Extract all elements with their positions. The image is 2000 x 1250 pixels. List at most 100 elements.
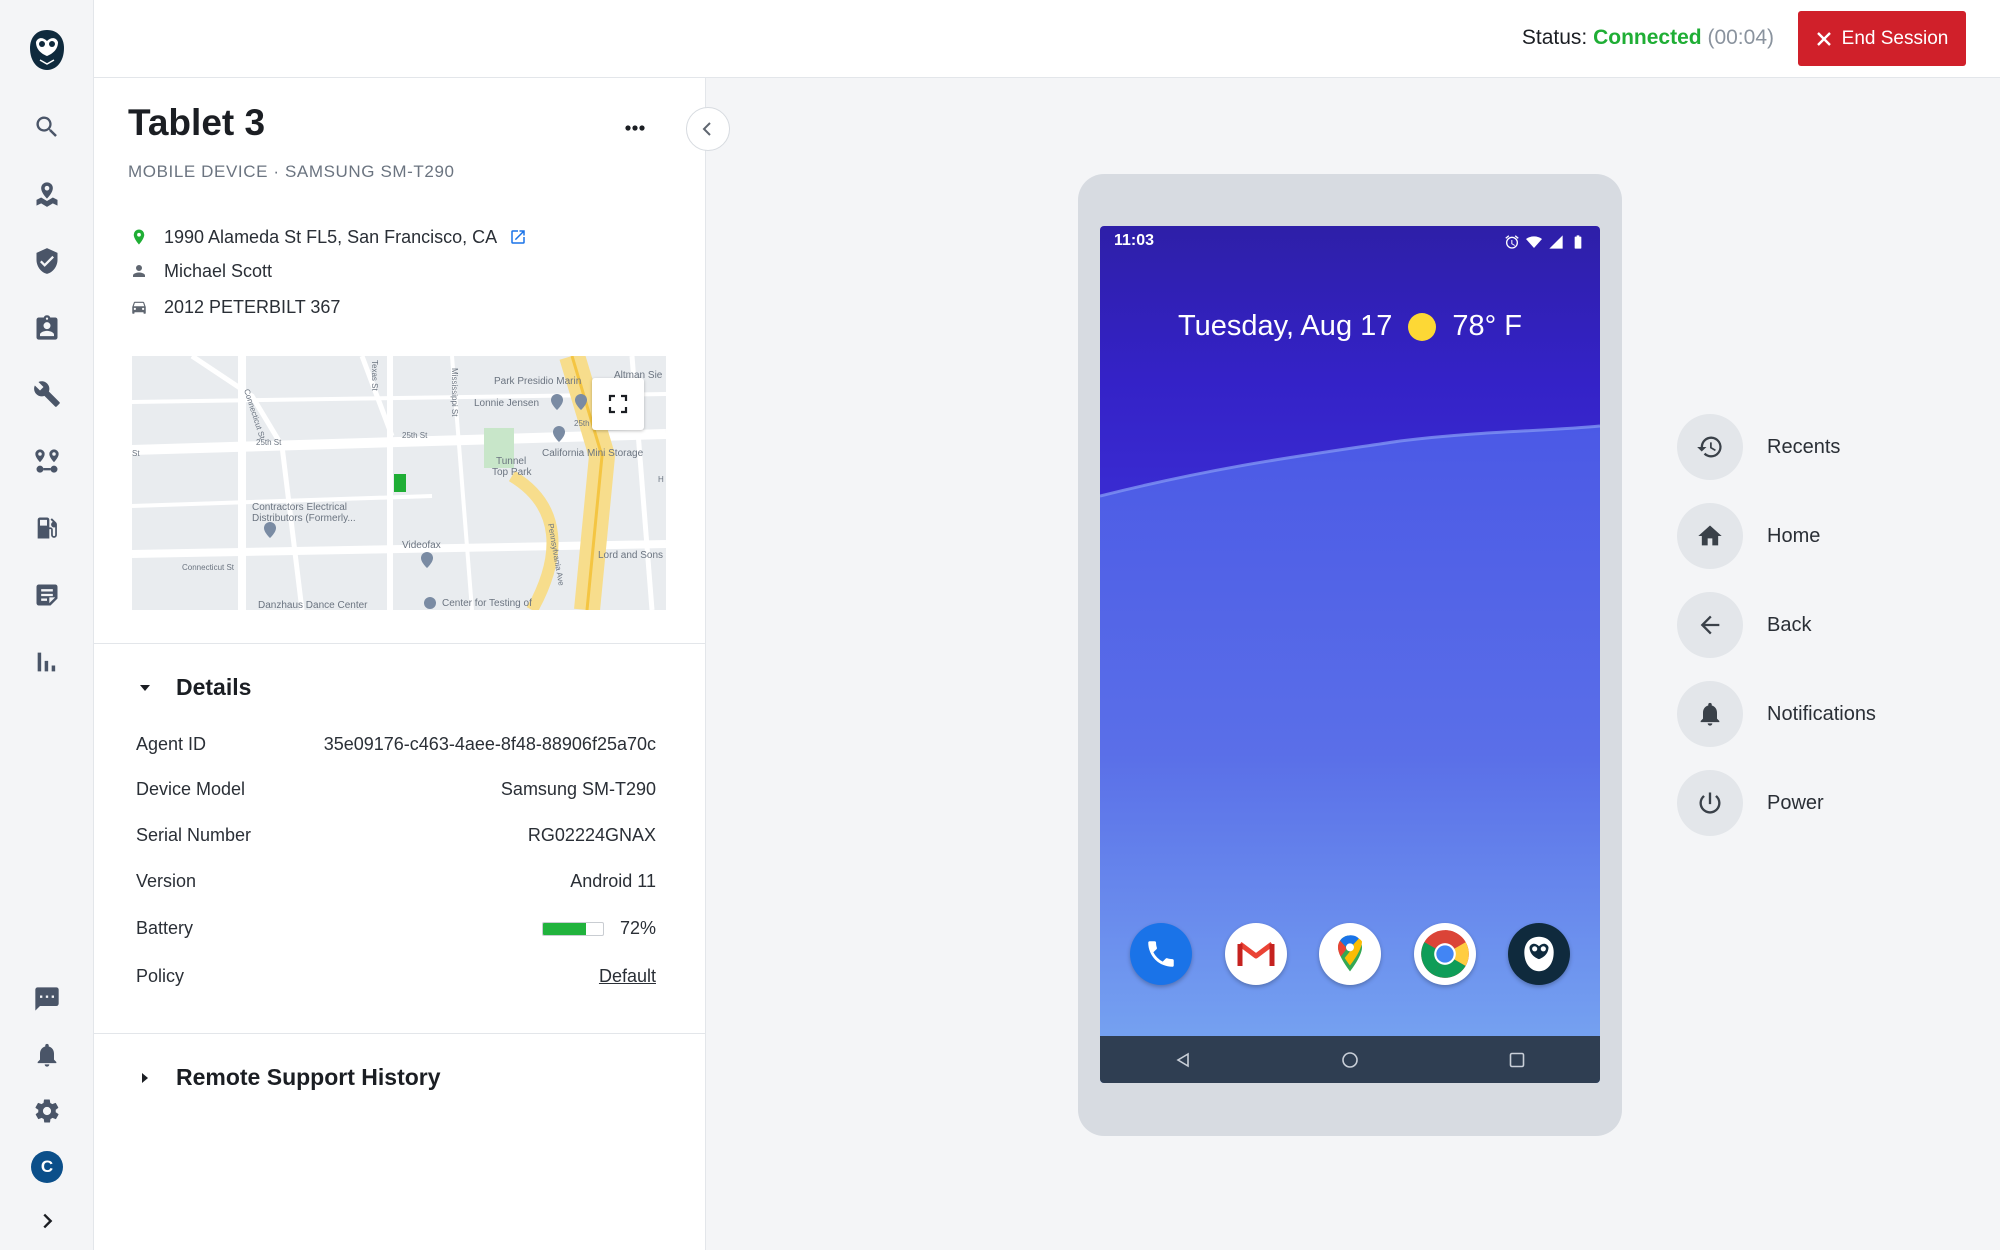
map-label: California Mini Storage (542, 448, 644, 459)
at-a-glance-widget[interactable]: Tuesday, Aug 17 78° F (1100, 310, 1600, 343)
phone-app-icon[interactable] (1130, 923, 1192, 985)
more-options-icon[interactable] (620, 118, 650, 138)
nav-compliance[interactable] (30, 311, 64, 345)
nav-fuel[interactable] (30, 511, 64, 545)
bell-icon (1700, 702, 1720, 726)
power-control[interactable]: Power (1677, 770, 1824, 836)
map-fullscreen-button[interactable] (592, 378, 644, 430)
location-map[interactable]: Park Presidio Marin Altman Sie Lonnie Je… (132, 356, 666, 610)
detail-value: Samsung SM-T290 (500, 779, 656, 799)
map-label: Lonnie Jensen (474, 398, 539, 409)
bar-chart-icon (37, 652, 56, 672)
fuel-icon (37, 517, 57, 539)
policy-label: Policy (136, 966, 185, 986)
policy-link[interactable]: Default (599, 966, 656, 987)
nav-safety[interactable] (30, 244, 64, 278)
app-dock (1130, 923, 1570, 985)
home-icon (1698, 525, 1722, 546)
detail-key: Agent ID (136, 734, 207, 754)
sidebar-nav: C (0, 0, 94, 1250)
detail-value: Android 11 (570, 871, 656, 891)
power-icon (1699, 792, 1721, 814)
status-timer: (00:04) (1707, 26, 1774, 49)
detail-value: RG02224GNAX (527, 825, 656, 845)
nav-maintenance[interactable] (30, 377, 64, 411)
sun-icon (1408, 312, 1437, 341)
map-label: Contractors Electrical (252, 502, 347, 513)
status-label: Status: (1521, 26, 1588, 49)
detail-row: Serial Number RG02224GNAX (136, 825, 656, 849)
driver-row: Michael Scott (128, 260, 272, 282)
nav-reports[interactable] (30, 645, 64, 679)
end-session-button[interactable]: End Session (1798, 11, 1966, 66)
battery-status-icon (1574, 235, 1582, 249)
nav-settings[interactable] (30, 1094, 64, 1128)
recents-control[interactable]: Recents (1677, 414, 1840, 480)
nav-locations[interactable] (30, 177, 64, 211)
notifications-control[interactable]: Notifications (1677, 681, 1876, 747)
map-label: Lord and Sons (598, 550, 663, 561)
map-label: 25th St (402, 431, 428, 440)
vehicle-row: 2012 PETERBILT 367 (128, 296, 340, 318)
nav-alerts[interactable] (30, 1038, 64, 1072)
battery-row: Battery 72% (136, 918, 656, 942)
device-status-bar: 11:03 (1114, 232, 1586, 254)
history-toggle[interactable]: Remote Support History (138, 1064, 441, 1091)
page-title: Tablet 3 (128, 102, 266, 143)
device-frame: 11:03 Tuesday, Aug 17 78° F (1078, 174, 1622, 1136)
vehicle-text: 2012 PETERBILT 367 (164, 296, 341, 317)
arrow-left-icon (1700, 615, 1720, 635)
device-screen[interactable]: 11:03 Tuesday, Aug 17 78° F (1100, 226, 1600, 1083)
shield-check-icon (36, 248, 58, 274)
circle-home-icon (1342, 1051, 1358, 1068)
user-avatar[interactable]: C (31, 1151, 63, 1183)
detail-key: Version (136, 871, 197, 891)
maps-app-icon[interactable] (1319, 923, 1381, 985)
nav-routes[interactable] (30, 444, 64, 478)
document-icon (36, 584, 58, 606)
nav-search[interactable] (30, 110, 64, 144)
detail-row: Version Android 11 (136, 871, 656, 895)
map-label: Danzhaus Dance Center (258, 600, 368, 610)
detail-value: 35e09176-c463-4aee-8f48-88906f25a70c (323, 734, 656, 754)
map-label: St (132, 449, 140, 458)
glance-temp: 78° F (1452, 310, 1523, 342)
android-recents-button[interactable] (1502, 1045, 1532, 1075)
alarm-icon (1505, 235, 1519, 249)
driver-text: Michael Scott (164, 260, 273, 281)
device-subtitle: MOBILE DEVICE · SAMSUNG SM-T290 (128, 162, 455, 181)
owl-app-icon[interactable] (1508, 923, 1570, 985)
map-label: Mississippi St (450, 368, 459, 417)
policy-row: Policy Default (136, 966, 656, 990)
back-control[interactable]: Back (1677, 592, 1811, 658)
signal-icon (1549, 235, 1563, 249)
history-icon (1697, 436, 1722, 458)
map-label: Center for Testing of (442, 598, 532, 609)
external-link-icon[interactable] (509, 228, 527, 246)
android-back-button[interactable] (1168, 1045, 1198, 1075)
nav-messages[interactable] (30, 982, 64, 1016)
bell-icon (37, 1043, 57, 1067)
address-text: 1990 Alameda St FL5, San Francisco, CA (164, 226, 498, 247)
connection-status: Status: Connected (00:04) (1522, 26, 1774, 50)
details-toggle[interactable]: Details (138, 674, 251, 701)
chevron-right-icon[interactable] (36, 1210, 58, 1232)
detail-key: Device Model (136, 779, 246, 799)
triangle-back-icon (1176, 1052, 1190, 1067)
clipboard-user-icon (36, 315, 58, 340)
status-value: Connected (1593, 26, 1702, 49)
map-pin-icon (36, 182, 58, 207)
divider (94, 643, 706, 644)
map-label: Park Presidio Marin (494, 376, 581, 387)
chrome-app-icon[interactable] (1413, 923, 1476, 985)
notifications-label: Notifications (1767, 702, 1876, 725)
collapse-panel-button[interactable] (686, 107, 730, 151)
nav-documents[interactable] (30, 578, 64, 612)
android-home-button[interactable] (1335, 1045, 1365, 1075)
owl-logo-icon[interactable] (28, 28, 66, 72)
gmail-app-icon[interactable] (1224, 923, 1287, 985)
map-label: Distributors (Formerly... (252, 513, 356, 524)
home-control[interactable]: Home (1677, 503, 1820, 569)
home-label: Home (1767, 524, 1821, 547)
car-icon (128, 296, 150, 318)
